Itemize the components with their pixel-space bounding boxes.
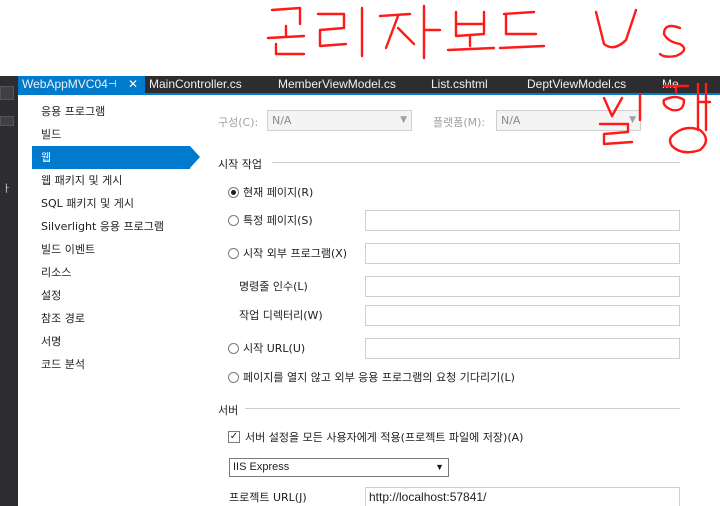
pin-icon[interactable]: ⊣ [108, 76, 117, 93]
radio-button[interactable] [228, 371, 239, 383]
tab-label: WebAppMVC04 [22, 77, 108, 91]
server-explorer-tab[interactable] [0, 116, 14, 126]
property-page-nav: 응용 프로그램 빌드 웹 웹 패키지 및 게시 SQL 패키지 및 게시 Sil… [32, 100, 200, 376]
radio-specific-page[interactable]: 특정 페이지(S) [228, 212, 313, 228]
checkbox-label: 서버 설정을 모든 사용자에게 적용(프로젝트 파일에 저장)(A) [245, 431, 524, 444]
configuration-value: N/A [272, 114, 292, 127]
cmd-args-input[interactable] [365, 276, 680, 297]
radio-button[interactable] [228, 247, 239, 259]
tab-list-cshtml[interactable]: List.cshtml [431, 76, 488, 93]
nav-item-application[interactable]: 응용 프로그램 [32, 100, 200, 123]
tab-deptviewmodel[interactable]: DeptViewModel.cs [527, 76, 626, 93]
radio-start-url[interactable]: 시작 URL(U) [228, 340, 305, 356]
side-glyph: ㅏ [2, 184, 12, 195]
tab-memberviewmodel[interactable]: MemberViewModel.cs [278, 76, 396, 93]
close-icon[interactable]: ✕ [128, 76, 138, 93]
chevron-down-icon: ▼ [435, 462, 444, 472]
toolbox-tab[interactable] [0, 86, 14, 100]
nav-item-sql-package[interactable]: SQL 패키지 및 게시 [32, 192, 200, 215]
nav-item-signing[interactable]: 서명 [32, 330, 200, 353]
tab-maincontroller[interactable]: MainController.cs [149, 76, 242, 93]
nav-item-reference-paths[interactable]: 참조 경로 [32, 307, 200, 330]
checkbox[interactable]: ✓ [228, 431, 240, 443]
radio-external-program[interactable]: 시작 외부 프로그램(X) [228, 245, 347, 261]
radio-dont-open-page[interactable]: 페이지를 열지 않고 외부 응용 프로그램의 요청 기다리기(L) [228, 369, 515, 385]
ide-side-strip: ㅏ [0, 76, 18, 506]
server-type-value: IIS Express [233, 461, 290, 473]
specific-page-input[interactable] [365, 210, 680, 231]
section-divider [272, 162, 680, 163]
nav-item-resources[interactable]: 리소스 [32, 261, 200, 284]
radio-label: 시작 URL(U) [243, 342, 306, 355]
working-dir-label: 작업 디렉터리(W) [239, 309, 323, 322]
radio-current-page[interactable]: 현재 페이지(R) [228, 184, 313, 200]
start-action-header: 시작 작업 [218, 158, 262, 171]
nav-item-build[interactable]: 빌드 [32, 123, 200, 146]
tab-overflow[interactable]: Me [662, 76, 679, 93]
radio-button[interactable] [228, 342, 239, 354]
tab-webappmvc04[interactable]: WebAppMVC04 ⊣ ✕ [18, 76, 145, 93]
platform-label: 플랫폼(M): [433, 116, 486, 129]
project-url-input[interactable]: http://localhost:57841/ [365, 487, 680, 506]
radio-button[interactable] [228, 214, 239, 226]
nav-item-web[interactable]: 웹 [32, 146, 200, 169]
radio-label: 현재 페이지(R) [243, 186, 314, 199]
configuration-select[interactable]: N/A ▼ [267, 110, 412, 131]
radio-label: 특정 페이지(S) [243, 214, 313, 227]
nav-item-build-events[interactable]: 빌드 이벤트 [32, 238, 200, 261]
platform-select[interactable]: N/A ▼ [496, 110, 641, 131]
section-divider [245, 408, 680, 409]
working-dir-input[interactable] [365, 305, 680, 326]
nav-item-silverlight[interactable]: Silverlight 응용 프로그램 [32, 215, 200, 238]
project-url-label: 프로젝트 URL(J) [229, 491, 307, 504]
radio-label: 페이지를 열지 않고 외부 응용 프로그램의 요청 기다리기(L) [243, 371, 515, 384]
cmd-args-label: 명령줄 인수(L) [239, 280, 308, 293]
chevron-down-icon: ▼ [400, 115, 407, 125]
server-header: 서버 [218, 404, 239, 417]
document-tab-bar: WebAppMVC04 ⊣ ✕ MainController.cs Member… [18, 76, 720, 95]
nav-item-web-package[interactable]: 웹 패키지 및 게시 [32, 169, 200, 192]
nav-item-code-analysis[interactable]: 코드 분석 [32, 353, 200, 376]
radio-label: 시작 외부 프로그램(X) [243, 247, 348, 260]
chevron-down-icon: ▼ [629, 115, 636, 125]
project-url-value: http://localhost:57841/ [369, 490, 487, 504]
nav-item-settings[interactable]: 설정 [32, 284, 200, 307]
start-url-input[interactable] [365, 338, 680, 359]
platform-value: N/A [501, 114, 521, 127]
radio-button[interactable] [228, 186, 239, 198]
configuration-label: 구성(C): [218, 116, 259, 129]
server-type-select[interactable]: IIS Express ▼ [229, 458, 449, 477]
apply-server-settings-checkbox[interactable]: ✓ 서버 설정을 모든 사용자에게 적용(프로젝트 파일에 저장)(A) [228, 429, 523, 445]
external-program-input[interactable] [365, 243, 680, 264]
